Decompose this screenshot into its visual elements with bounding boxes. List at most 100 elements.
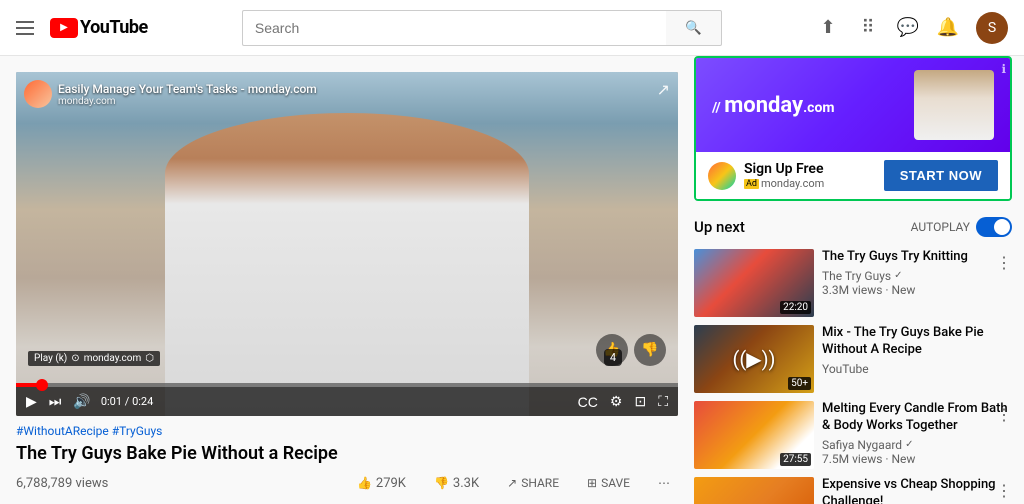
search-area: 🔍 [148,10,816,46]
dislike-icon: 👎 [434,476,449,490]
like-count: 279K [376,476,406,491]
card-info-2: Mix - The Try Guys Bake Pie Without A Re… [822,325,1012,393]
thumbnail-2: ((▶)) 50+ [694,325,814,393]
apps-icon[interactable]: ⠿ [856,16,880,40]
playlist-icon-2: ((▶)) [733,347,776,371]
more-button[interactable]: ⋯ [650,472,678,494]
save-button[interactable]: ⊞ SAVE [579,472,638,494]
volume-button[interactable]: 🔊 [71,391,92,412]
upload-icon[interactable]: ⬆ [816,16,840,40]
share-button[interactable]: ↗ SHARE [499,472,567,494]
play-circle-icon: ⊙ [71,353,79,364]
bell-icon[interactable]: 🔔 [936,16,960,40]
video-controls: ▶ ⏭ 🔊 0:01 / 0:24 CC ⚙ ⊡ ⛶ [16,383,678,416]
ad-info-icon[interactable]: ℹ [1001,62,1006,76]
video-player[interactable]: Easily Manage Your Team's Tasks - monday… [16,72,678,416]
ad-banner: // monday.com ℹ [696,58,1010,152]
chat-icon[interactable]: 💬 [896,16,920,40]
card-title-3: Melting Every Candle From Bath & Body Wo… [822,401,1012,435]
video-title: The Try Guys Bake Pie Without a Recipe [16,442,678,465]
next-button[interactable]: ⏭ [47,391,64,412]
card-meta-3: 7.5M views · New [822,452,1012,466]
total-time: 0:24 [132,395,153,408]
search-icon: 🔍 [685,20,702,36]
dislike-overlay-btn[interactable]: 👎 [634,334,666,366]
fullscreen-button[interactable]: ⛶ [656,391,670,412]
card-more-3[interactable]: ⋮ [996,405,1012,424]
more-icon: ⋯ [658,476,670,490]
video-top-right: ↗ [657,80,670,99]
ad-person-bg [914,70,994,140]
card-channel-2: YouTube [822,362,1012,376]
autoplay-section: AUTOPLAY [911,217,1012,237]
cc-button[interactable]: CC [576,392,600,412]
share-label: SHARE [521,476,559,490]
like-icon: 👍 [357,476,372,490]
channel-avatar [24,80,52,108]
card-more-1[interactable]: ⋮ [996,253,1012,272]
person-silhouette [165,113,529,416]
thumbnail-3: 27:55 [694,401,814,469]
video-card-1[interactable]: 22:20 The Try Guys Try Knitting The Try … [694,249,1012,317]
ad-person-image [914,70,994,140]
user-avatar[interactable]: S [976,12,1008,44]
video-info: #WithoutARecipe #TryGuys The Try Guys Ba… [16,424,678,494]
card-info-3: Melting Every Candle From Bath & Body Wo… [822,401,1012,469]
duration-2: 50+ [788,377,811,390]
monday-mini-logo [708,162,736,190]
play-text: Play (k) [34,353,67,364]
play-link: monday.com [84,353,142,364]
thumbnail-4 [694,477,814,504]
video-card-4[interactable]: Expensive vs Cheap Shopping Challenge! ⋮ [694,477,1012,504]
youtube-icon [50,18,78,38]
video-tags[interactable]: #WithoutARecipe #TryGuys [16,424,678,438]
youtube-text: YouTube [80,17,148,38]
main-content: Easily Manage Your Team's Tasks - monday… [0,56,1024,504]
like-button[interactable]: 👍 279K [349,472,414,495]
video-share-icon[interactable]: ↗ [657,80,670,99]
miniplayer-button[interactable]: ⊡ [632,391,648,412]
time-display: 0:01 / 0:24 [101,395,153,408]
controls-right: CC ⚙ ⊡ ⛶ [576,391,670,412]
card-title-2: Mix - The Try Guys Bake Pie Without A Re… [822,325,1012,359]
channel-name-2: YouTube [822,362,869,376]
autoplay-label: AUTOPLAY [911,220,970,234]
video-section: Easily Manage Your Team's Tasks - monday… [0,56,694,504]
card-title-1: The Try Guys Try Knitting [822,249,1012,266]
monday-logo-text: // monday.com [712,93,835,118]
settings-button[interactable]: ⚙ [608,391,625,412]
ad-text: Sign Up Free Ad monday.com [744,161,824,190]
video-overlay-info: Easily Manage Your Team's Tasks - monday… [24,80,317,108]
video-overlay-text: Easily Manage Your Team's Tasks - monday… [58,82,317,107]
hamburger-menu[interactable] [16,21,34,35]
card-more-4[interactable]: ⋮ [996,481,1012,500]
play-button[interactable]: ▶ [24,391,39,412]
card-channel-1: The Try Guys ✓ [822,269,1012,283]
search-button[interactable]: 🔍 [666,10,722,46]
time-separator: / [125,395,132,408]
playlist-badge: 4 [604,349,622,366]
card-meta-1: 3.3M views · New [822,283,1012,297]
progress-bar[interactable] [16,383,678,387]
card-title-4: Expensive vs Cheap Shopping Challenge! [822,477,1012,504]
youtube-logo[interactable]: YouTube [50,17,148,38]
card-info-1: The Try Guys Try Knitting The Try Guys ✓… [822,249,1012,317]
ad-badge: Ad [744,179,759,189]
duration-1: 22:20 [780,301,811,314]
video-card-3[interactable]: 27:55 Melting Every Candle From Bath & B… [694,401,1012,469]
save-icon: ⊞ [587,476,597,490]
ad-domain-text: monday.com [761,177,824,190]
verified-icon-1: ✓ [894,270,902,281]
ad-left: Sign Up Free Ad monday.com [708,161,824,190]
overlay-channel: monday.com [58,96,317,107]
video-frame: Easily Manage Your Team's Tasks - monday… [16,72,678,416]
video-card-2[interactable]: ((▶)) 50+ Mix - The Try Guys Bake Pie Wi… [694,325,1012,393]
monday-checkmark: // [712,100,724,116]
search-input[interactable] [242,10,666,46]
dislike-button[interactable]: 👎 3.3K [426,472,487,495]
start-now-button[interactable]: START NOW [884,160,998,191]
autoplay-toggle[interactable] [976,217,1012,237]
save-label: SAVE [601,476,630,490]
thumbnail-1: 22:20 [694,249,814,317]
dislike-count: 3.3K [453,476,479,491]
